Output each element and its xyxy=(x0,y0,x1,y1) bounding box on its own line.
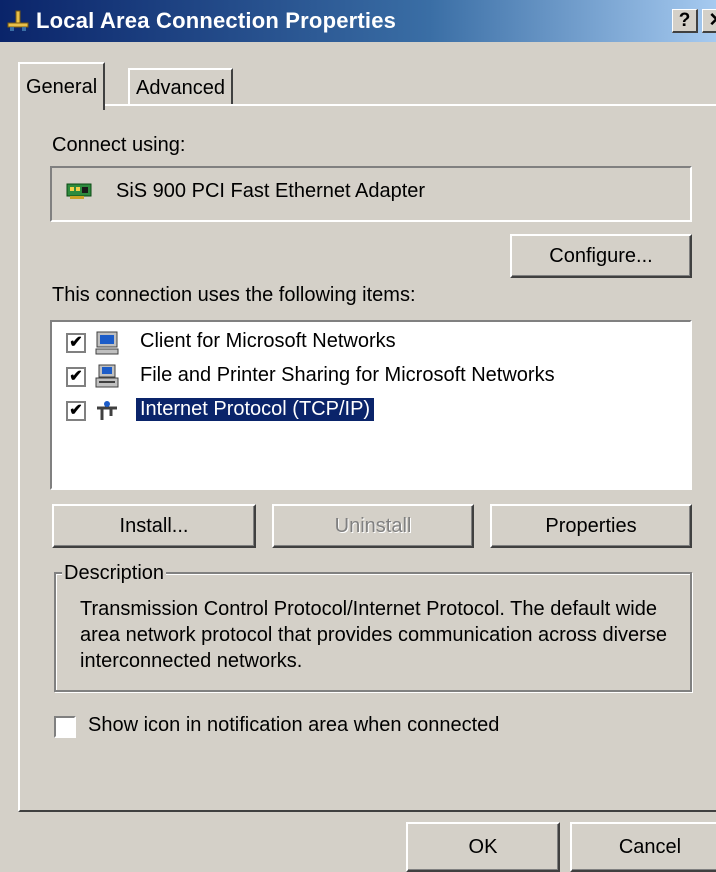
close-button[interactable]: ✕ xyxy=(702,9,716,33)
cancel-button[interactable]: Cancel xyxy=(570,822,716,872)
list-item[interactable]: ✔ File and Printer Sharing for Microsoft… xyxy=(52,362,692,394)
description-legend: Description xyxy=(62,562,167,585)
item-label: Internet Protocol (TCP/IP) xyxy=(136,398,375,421)
uninstall-button[interactable]: Uninstall xyxy=(272,504,474,548)
install-button[interactable]: Install... xyxy=(52,504,256,548)
tab-advanced[interactable]: Advanced xyxy=(128,68,233,104)
description-text: Transmission Control Protocol/Internet P… xyxy=(80,598,667,672)
title-bar[interactable]: Local Area Connection Properties ? ✕ xyxy=(0,0,716,42)
network-card-icon xyxy=(66,183,92,199)
adapter-field: SiS 900 PCI Fast Ethernet Adapter xyxy=(50,166,692,222)
configure-button[interactable]: Configure... xyxy=(510,234,692,278)
window-title: Local Area Connection Properties xyxy=(36,8,397,33)
adapter-name: SiS 900 PCI Fast Ethernet Adapter xyxy=(116,180,426,202)
list-item[interactable]: ✔ Client for Microsoft Networks xyxy=(52,328,692,360)
components-list[interactable]: ✔ Client for Microsoft Networks ✔ File a… xyxy=(50,320,692,490)
item-checkbox[interactable]: ✔ xyxy=(66,401,86,421)
list-item[interactable]: ✔ Internet Protocol (TCP/IP) xyxy=(52,396,692,428)
item-label: File and Printer Sharing for Microsoft N… xyxy=(140,364,555,386)
help-button[interactable]: ? xyxy=(672,9,698,33)
show-icon-checkbox[interactable] xyxy=(54,716,76,738)
item-checkbox[interactable]: ✔ xyxy=(66,333,86,353)
connect-using-label: Connect using: xyxy=(52,134,186,156)
show-icon-label[interactable]: Show icon in notification area when conn… xyxy=(88,714,499,737)
network-connection-icon xyxy=(7,10,29,31)
computer-network-icon xyxy=(95,331,119,355)
tab-general[interactable]: General xyxy=(18,62,106,110)
properties-button[interactable]: Properties xyxy=(490,504,692,548)
protocol-icon xyxy=(97,401,117,420)
ok-button[interactable]: OK xyxy=(406,822,560,872)
items-label: This connection uses the following items… xyxy=(52,284,416,306)
item-checkbox[interactable]: ✔ xyxy=(66,367,86,387)
item-label: Client for Microsoft Networks xyxy=(140,330,396,352)
printer-sharing-icon xyxy=(95,364,119,388)
